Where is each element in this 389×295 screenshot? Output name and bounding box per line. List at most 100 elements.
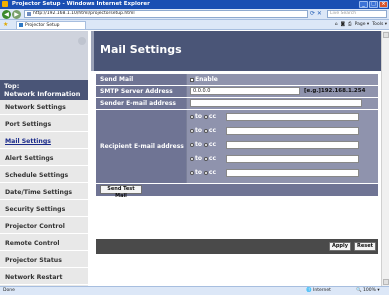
smtp-label: SMTP Server Address	[96, 86, 186, 97]
feeds-icon[interactable]: ◙	[341, 21, 345, 29]
recipient-label: Recipient E-mail address	[96, 110, 186, 183]
maximize-button[interactable]: □	[369, 1, 378, 8]
smtp-row: SMTP Server Address 0.0.0.0 [e.g.]192.16…	[96, 86, 378, 97]
ie-icon	[2, 0, 8, 7]
nav-item-remote-control[interactable]: Remote Control	[0, 236, 88, 251]
enable-checkbox[interactable]	[190, 77, 194, 82]
cc-radio[interactable]	[203, 114, 208, 119]
cc-radio[interactable]	[203, 142, 208, 147]
cc-label: cc	[208, 169, 217, 176]
action-bar: Apply Reset	[96, 239, 378, 254]
search-input[interactable]: Live Search	[327, 10, 387, 18]
nav-top-section: Network Information	[4, 90, 81, 98]
nav-item-port-settings[interactable]: Port Settings	[0, 117, 88, 132]
to-radio[interactable]	[190, 128, 194, 133]
to-label: to	[195, 127, 202, 134]
nav-item-projector-control[interactable]: Projector Control	[0, 219, 88, 234]
search-placeholder: Live Search	[330, 11, 357, 16]
smtp-example: [e.g.]192.168.1.254	[304, 88, 366, 94]
address-row: ◀ ▶ http://192.168.1.10/html/projectorse…	[0, 9, 389, 20]
nav-top-label: Top:	[4, 82, 20, 90]
sender-value	[187, 98, 378, 109]
recipient-line: to cc	[190, 169, 359, 179]
window-title: Projector Setup - Windows Internet Explo…	[11, 1, 150, 7]
enable-label: Enable	[195, 76, 218, 83]
decorative-circle-icon	[78, 37, 86, 45]
recipient-email-input[interactable]	[226, 169, 359, 177]
page-menu[interactable]: Page ▾	[355, 21, 370, 29]
recipient-line: to cc	[190, 113, 359, 123]
recipient-line: to cc	[190, 155, 359, 165]
print-icon[interactable]: ⎙	[348, 21, 352, 29]
scroll-up-icon[interactable]	[383, 32, 389, 38]
internet-zone-indicator: 🌐 Internet	[306, 288, 331, 293]
back-button[interactable]: ◀	[2, 10, 11, 19]
to-radio[interactable]	[190, 142, 194, 147]
cc-radio[interactable]	[203, 156, 208, 161]
tools-menu[interactable]: Tools ▾	[372, 21, 387, 29]
to-label: to	[195, 169, 202, 176]
apply-button[interactable]: Apply	[329, 242, 351, 251]
to-radio[interactable]	[190, 170, 194, 175]
window-controls: _ □ ×	[359, 1, 388, 8]
to-label: to	[195, 155, 202, 162]
zoom-control[interactable]: 🔍 100% ▾	[356, 287, 380, 295]
page-title: Mail Settings	[100, 43, 182, 56]
recipient-email-input[interactable]	[226, 141, 359, 149]
recipient-row: Recipient E-mail address to cc to cc to …	[96, 110, 378, 183]
refresh-icon[interactable]: ⟳ ✕	[310, 10, 322, 17]
tab-row: ★ Projector Setup ⌂ ◙ ⎙ Page ▾ Tools ▾	[0, 20, 389, 30]
nav-item-alert-settings[interactable]: Alert Settings	[0, 151, 88, 166]
scroll-down-icon[interactable]	[383, 279, 389, 285]
recipient-email-input[interactable]	[226, 155, 359, 163]
nav-item-security-settings[interactable]: Security Settings	[0, 202, 88, 217]
to-radio[interactable]	[190, 156, 194, 161]
command-bar: ⌂ ◙ ⎙ Page ▾ Tools ▾	[335, 21, 387, 29]
minimize-button[interactable]: _	[359, 1, 368, 8]
status-bar: Done 🌐 Internet 🔍 100% ▾	[0, 286, 389, 295]
status-text: Done	[3, 288, 15, 293]
smtp-value: 0.0.0.0 [e.g.]192.168.1.254	[187, 86, 378, 97]
recipient-line: to cc	[190, 141, 359, 151]
favorites-star-icon[interactable]: ★	[3, 21, 8, 28]
home-icon[interactable]: ⌂	[335, 21, 338, 29]
cc-radio[interactable]	[203, 170, 208, 175]
cc-radio[interactable]	[203, 128, 208, 133]
recipient-email-input[interactable]	[226, 113, 359, 121]
cc-label: cc	[208, 127, 217, 134]
sender-row: Sender E-mail address	[96, 98, 378, 109]
cc-label: cc	[208, 141, 217, 148]
nav-item-network-settings[interactable]: Network Settings	[0, 100, 88, 115]
send-test-row: Send Test Mail	[96, 184, 378, 199]
recipient-value: to cc to cc to cc to cc to cc	[187, 110, 378, 183]
vertical-scrollbar[interactable]	[381, 31, 389, 286]
main-header: Mail Settings	[91, 31, 381, 71]
page-favicon-icon	[27, 12, 31, 16]
cc-label: cc	[208, 155, 217, 162]
send-mail-label: Send Mail	[96, 74, 186, 85]
send-mail-row: Send Mail Enable	[96, 74, 378, 85]
nav-item-network-restart[interactable]: Network Restart	[0, 270, 88, 285]
sender-email-input[interactable]	[190, 99, 362, 107]
smtp-server-input[interactable]: 0.0.0.0	[190, 87, 300, 95]
to-radio[interactable]	[190, 114, 194, 119]
address-text: http://192.168.1.10/html/projectorsetup.…	[33, 11, 135, 16]
sender-label: Sender E-mail address	[96, 98, 186, 109]
forward-button[interactable]: ▶	[12, 10, 21, 19]
send-test-mail-button[interactable]: Send Test Mail	[100, 185, 142, 199]
address-bar[interactable]: http://192.168.1.10/html/projectorsetup.…	[24, 10, 308, 18]
nav-item-projector-status[interactable]: Projector Status	[0, 253, 88, 268]
window-titlebar: Projector Setup - Windows Internet Explo…	[0, 0, 389, 9]
nav-top-link[interactable]: Top: Network Information	[0, 80, 88, 100]
tab-label: Projector Setup	[25, 23, 60, 28]
tab-projector-setup[interactable]: Projector Setup	[16, 21, 86, 29]
to-label: to	[195, 141, 202, 148]
nav-item-schedule-settings[interactable]: Schedule Settings	[0, 168, 88, 183]
nav-item-datetime-settings[interactable]: Date/Time Settings	[0, 185, 88, 200]
recipient-email-input[interactable]	[226, 127, 359, 135]
close-button[interactable]: ×	[379, 1, 388, 8]
recipient-line: to cc	[190, 127, 359, 137]
nav-item-mail-settings[interactable]: Mail Settings	[0, 134, 88, 149]
reset-button[interactable]: Reset	[354, 242, 376, 251]
left-nav: Top: Network Information Network Setting…	[0, 31, 88, 286]
